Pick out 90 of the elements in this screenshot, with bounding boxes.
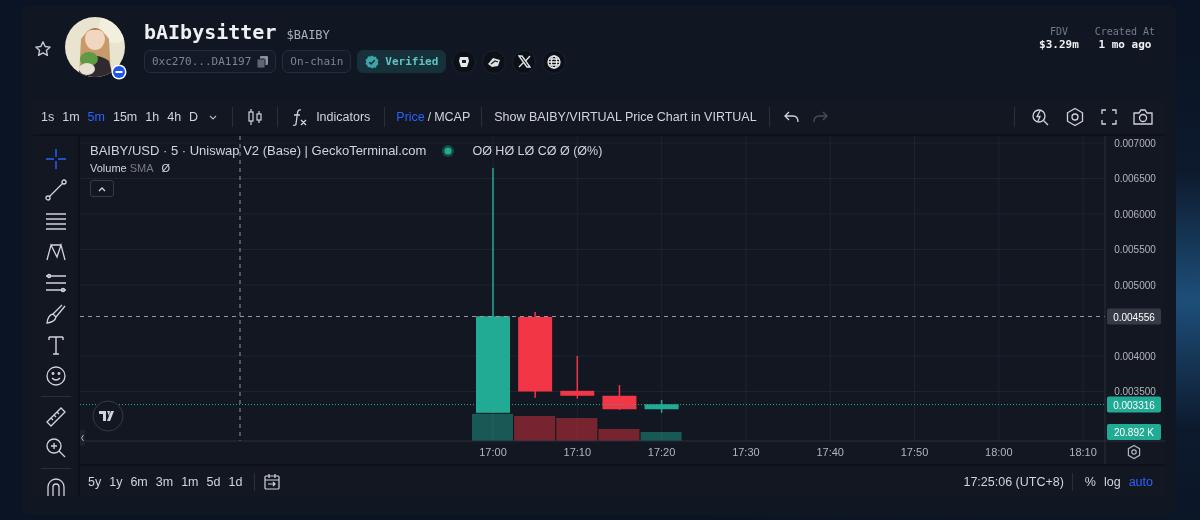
range-button[interactable]: 5d	[202, 470, 225, 493]
tradingview-logo-icon	[92, 400, 124, 432]
brush-icon[interactable]	[44, 303, 67, 325]
token-name: bAIbysitter	[144, 19, 277, 44]
stat-value: 1 mo ago	[1098, 38, 1152, 51]
candlestick	[602, 385, 637, 410]
scale-option[interactable]: %	[1080, 470, 1100, 493]
star-icon[interactable]	[34, 39, 52, 58]
smiley-icon[interactable]	[44, 365, 67, 387]
price-tick: 0.003500	[1114, 386, 1156, 397]
fullscreen-icon[interactable]	[1101, 109, 1117, 125]
candlestick	[560, 356, 595, 399]
mode-separator: /	[427, 110, 432, 124]
time-tick: 18:00	[985, 446, 1013, 458]
price-tick: 0.006500	[1114, 173, 1156, 184]
clock-time: 17:25:06 (UTC+8)	[963, 474, 1064, 489]
indicators-button[interactable]: Indicators	[286, 104, 377, 130]
settings-icon[interactable]	[1065, 107, 1085, 127]
globe-icon[interactable]	[542, 49, 567, 74]
sma-label: SMA	[129, 162, 154, 174]
time-tick: 17:30	[732, 446, 760, 458]
volume-value: Ø	[161, 162, 171, 174]
trend-line-icon[interactable]	[44, 179, 67, 201]
time-tick: 17:00	[479, 446, 507, 458]
volume-label: Volume	[90, 162, 127, 174]
ohlc-values: OØ HØ LØ CØ Ø (Ø%)	[472, 143, 603, 158]
volume-bar	[514, 416, 556, 441]
chart-title: BAIBY/USD · 5 · Uniswap V2 (Base) | GeckoTerminal.com	[90, 143, 427, 158]
date-range-icon[interactable]	[263, 472, 282, 491]
time-tick: 17:50	[900, 446, 929, 458]
pattern-icon[interactable]	[44, 241, 67, 263]
function-icon	[292, 108, 309, 126]
range-button[interactable]: 6m	[126, 470, 152, 493]
on-chain-pill[interactable]: On-chain	[282, 50, 352, 73]
stat-value: $3.29m	[1039, 38, 1079, 51]
undo-icon[interactable]	[783, 111, 800, 123]
range-button[interactable]: 1y	[105, 470, 127, 493]
fib-levels-icon[interactable]	[44, 272, 67, 294]
status-dot-icon	[442, 144, 455, 157]
time-tick: 18:10	[1069, 446, 1097, 458]
candlestick	[644, 400, 679, 413]
range-button[interactable]: 1m	[177, 470, 203, 493]
copy-icon[interactable]	[257, 55, 269, 68]
stat-label: FDV	[1049, 26, 1068, 37]
x-icon[interactable]	[512, 49, 537, 74]
interval-button[interactable]: 1h	[141, 104, 164, 130]
price-tick: 0.004000	[1114, 350, 1156, 362]
token-ticker: $BAIBY	[286, 27, 330, 42]
scale-option[interactable]: log	[1099, 470, 1125, 493]
crosshair-icon[interactable]	[44, 148, 67, 170]
price-mode-toggle[interactable]: Price	[393, 104, 428, 130]
verified-check-icon	[365, 54, 380, 69]
range-button[interactable]: 5y	[84, 470, 106, 493]
price-tick: 0.005000	[1114, 279, 1156, 291]
volume-bar	[640, 432, 682, 441]
chain-badge-icon	[111, 63, 127, 80]
price-tick: 0.007000	[1114, 137, 1156, 149]
ruler-icon[interactable]	[44, 406, 67, 428]
time-tick: 17:20	[647, 446, 676, 458]
mcap-mode-toggle[interactable]: MCAP	[431, 104, 474, 130]
verified-pill[interactable]: Verified	[357, 50, 447, 73]
interval-button[interactable]: 15m	[108, 104, 142, 130]
time-tick: 17:40	[816, 446, 844, 458]
last-volume-label: 20.892 K	[1107, 424, 1161, 440]
interval-button[interactable]: 5m	[83, 104, 109, 130]
time-tick: 17:10	[563, 446, 592, 458]
zoom-in-icon[interactable]	[44, 437, 67, 459]
collapse-tab-icon[interactable]	[80, 430, 85, 446]
price-tick: 0.005500	[1114, 244, 1156, 255]
crosshair-price-label: 0.004556	[1107, 308, 1161, 325]
interval-button[interactable]: 1s	[37, 104, 59, 130]
range-button[interactable]: 3m	[151, 470, 178, 493]
alert-search-icon[interactable]	[1031, 108, 1049, 126]
candles-icon[interactable]	[247, 108, 264, 126]
camera-icon[interactable]	[1133, 108, 1153, 126]
volume-bar	[472, 413, 513, 441]
interval-button[interactable]: 1m	[58, 104, 84, 130]
interval-button[interactable]: 4h	[163, 104, 186, 130]
pair-switch-button[interactable]: Show BAIBY/VIRTUAL Price Chart in VIRTUAL	[490, 104, 761, 130]
last-price-label: 0.003316	[1107, 396, 1161, 413]
stat-label: Created At	[1094, 26, 1155, 37]
interval-button[interactable]: D	[185, 104, 203, 130]
collapse-button[interactable]	[90, 180, 114, 197]
address-pill[interactable]: 0xc270...DA1197	[144, 50, 277, 73]
magnet-icon[interactable]	[44, 478, 67, 496]
parallel-lines-icon[interactable]	[44, 210, 67, 232]
price-tick: 0.006000	[1114, 208, 1156, 220]
settings-icon[interactable]	[1127, 444, 1141, 460]
scale-option[interactable]: auto	[1124, 470, 1157, 493]
range-button[interactable]: 1d	[224, 470, 247, 493]
